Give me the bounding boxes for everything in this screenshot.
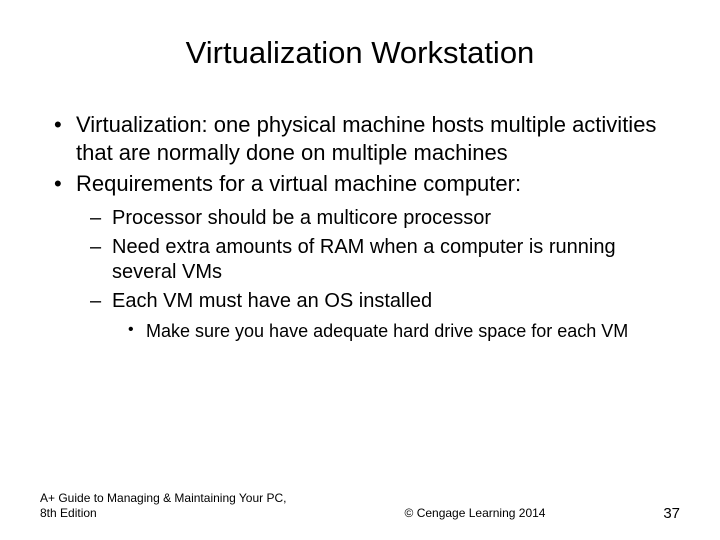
bullet-list-level1: Virtualization: one physical machine hos… (50, 111, 680, 342)
bullet-text: Each VM must have an OS installed (112, 290, 432, 312)
slide-content: Virtualization: one physical machine hos… (40, 111, 680, 342)
page-number: 37 (650, 505, 680, 522)
bullet-text: Virtualization: one physical machine hos… (76, 112, 656, 165)
slide-footer: A+ Guide to Managing & Maintaining Your … (40, 491, 680, 522)
bullet-text: Need extra amounts of RAM when a compute… (112, 236, 616, 283)
bullet-item: Virtualization: one physical machine hos… (50, 111, 680, 166)
bullet-text: Processor should be a multicore processo… (112, 207, 491, 229)
bullet-item: Make sure you have adequate hard drive s… (124, 320, 680, 343)
bullet-list-level2: Processor should be a multicore processo… (86, 206, 680, 343)
footer-source: A+ Guide to Managing & Maintaining Your … (40, 491, 300, 522)
footer-copyright: © Cengage Learning 2014 (300, 506, 650, 522)
bullet-item: Each VM must have an OS installed Make s… (86, 289, 680, 343)
slide: Virtualization Workstation Virtualizatio… (0, 0, 720, 540)
bullet-item: Processor should be a multicore processo… (86, 206, 680, 231)
bullet-list-level3: Make sure you have adequate hard drive s… (124, 320, 680, 343)
bullet-item: Need extra amounts of RAM when a compute… (86, 235, 680, 285)
bullet-item: Requirements for a virtual machine compu… (50, 170, 680, 342)
bullet-text: Requirements for a virtual machine compu… (76, 171, 521, 196)
bullet-text: Make sure you have adequate hard drive s… (146, 321, 628, 341)
slide-title: Virtualization Workstation (40, 35, 680, 71)
